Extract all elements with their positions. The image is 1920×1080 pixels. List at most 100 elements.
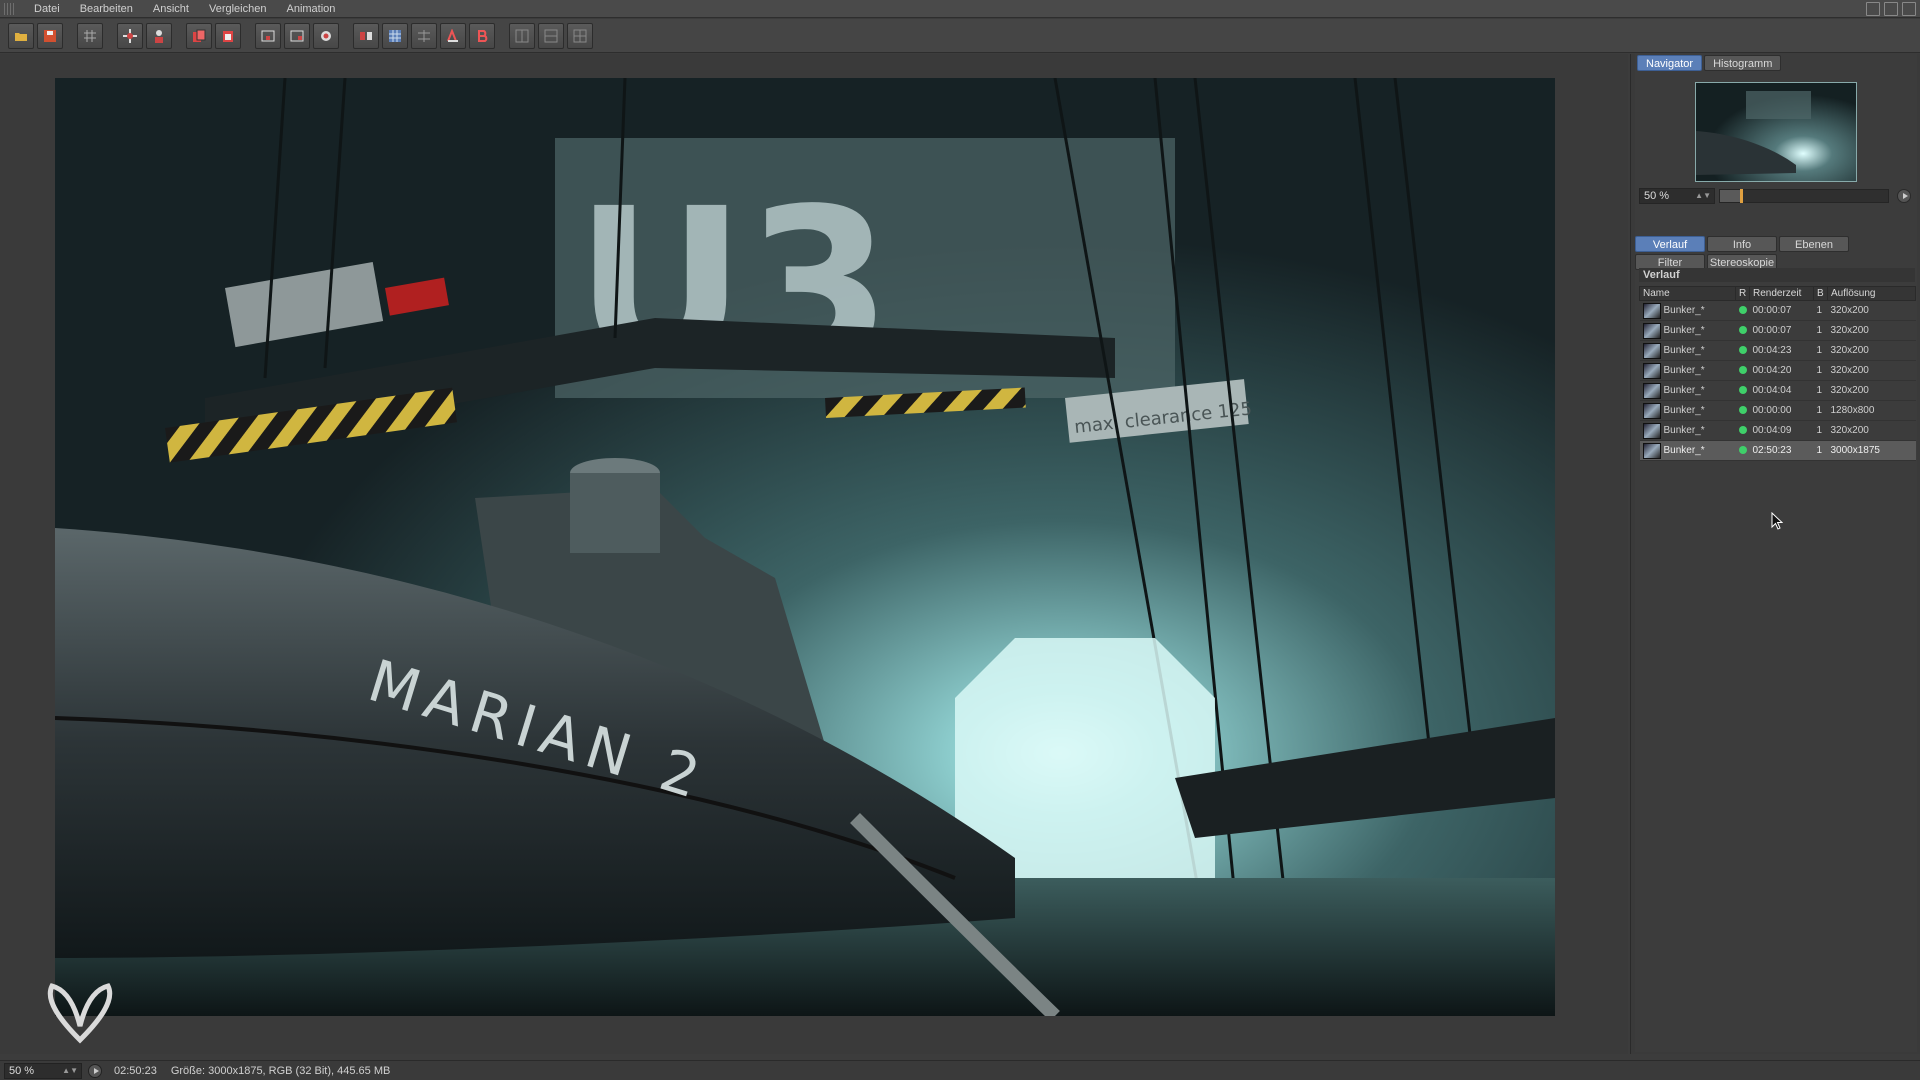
open-button[interactable] — [8, 22, 34, 49]
layout-2-button[interactable] — [538, 22, 564, 49]
toolbar — [0, 19, 1920, 53]
crosshair-button[interactable] — [117, 22, 143, 49]
tab-verlauf[interactable]: Verlauf — [1635, 236, 1705, 252]
history-row[interactable]: Bunker_* 00:04:09 1 320x200 — [1639, 420, 1916, 441]
mouse-cursor-icon — [1771, 512, 1783, 530]
navigator-zoom-slider[interactable] — [1719, 189, 1889, 203]
col-aufloesung[interactable]: Auflösung — [1827, 286, 1916, 301]
layout-3-button[interactable] — [567, 22, 593, 49]
status-dot-icon — [1738, 386, 1747, 395]
history-r-cell — [1735, 380, 1750, 401]
status-play-icon[interactable] — [88, 1063, 102, 1078]
zoom-slider-knob[interactable] — [1740, 189, 1743, 203]
status-render-time: 02:50:23 — [114, 1064, 157, 1077]
tab-navigator[interactable]: Navigator — [1637, 55, 1703, 71]
history-row[interactable]: Bunker_* 00:00:07 1 320x200 — [1639, 300, 1916, 321]
history-r-cell — [1735, 400, 1750, 421]
history-body: Bunker_* 00:00:07 1 320x200 Bunker_* 00:00:07… — [1639, 300, 1916, 461]
grid-button[interactable] — [77, 22, 103, 49]
col-renderzeit[interactable]: Renderzeit — [1749, 286, 1814, 301]
history-row[interactable]: Bunker_* 00:04:23 1 320x200 — [1639, 340, 1916, 361]
region-render-2-icon — [290, 30, 304, 41]
history-name: Bunker_* — [1663, 405, 1705, 417]
menu-animation[interactable]: Animation — [276, 0, 345, 18]
navigator-tabs: Navigator Histogramm — [1637, 55, 1782, 71]
history-row[interactable]: Bunker_* 00:04:20 1 320x200 — [1639, 360, 1916, 381]
navigator-thumbnail[interactable] — [1695, 82, 1857, 182]
layout-2-icon — [544, 29, 558, 42]
menu-bearbeiten[interactable]: Bearbeiten — [70, 0, 143, 18]
menu-ansicht[interactable]: Ansicht — [143, 0, 199, 18]
navigator-zoom-field[interactable]: 50 % ▲▼ — [1639, 188, 1715, 204]
history-name-cell: Bunker_* — [1639, 440, 1736, 461]
ab-a-button[interactable] — [440, 22, 466, 49]
history-time: 00:00:00 — [1749, 400, 1814, 421]
zoom-play-icon[interactable] — [1897, 189, 1911, 203]
col-r[interactable]: R — [1735, 286, 1750, 301]
split-button[interactable] — [411, 22, 437, 49]
tab-ebenen[interactable]: Ebenen — [1779, 236, 1849, 252]
split-icon — [418, 29, 430, 42]
history-resolution: 320x200 — [1827, 320, 1916, 341]
history-resolution: 3000x1875 — [1827, 440, 1916, 461]
history-name-cell: Bunker_* — [1639, 380, 1736, 401]
crosshair-icon — [123, 28, 137, 43]
history-name-cell: Bunker_* — [1639, 360, 1736, 381]
history-name-cell: Bunker_* — [1639, 420, 1736, 441]
person-button[interactable] — [146, 22, 172, 49]
open-icon — [15, 32, 27, 41]
history-row[interactable]: Bunker_* 00:00:00 1 1280x800 — [1639, 400, 1916, 421]
col-name[interactable]: Name — [1639, 286, 1736, 301]
menu-vergleichen[interactable]: Vergleichen — [199, 0, 277, 18]
ab-b-button[interactable] — [469, 22, 495, 49]
history-b: 1 — [1813, 440, 1828, 461]
history-resolution: 320x200 — [1827, 300, 1916, 321]
spinner-arrows-icon[interactable]: ▲▼ — [62, 1064, 78, 1078]
status-dot-icon — [1738, 366, 1747, 375]
right-panel: Navigator Histogramm 50 % ▲▼ Verlauf Inf… — [1630, 54, 1920, 1054]
status-dot-icon — [1738, 406, 1747, 415]
history-row[interactable]: Bunker_* 02:50:23 1 3000x1875 — [1639, 440, 1916, 461]
history-resolution: 320x200 — [1827, 360, 1916, 381]
history-r-cell — [1735, 340, 1750, 361]
menu-datei[interactable]: Datei — [24, 0, 70, 18]
status-dot-icon — [1738, 426, 1747, 435]
copy-button[interactable] — [186, 22, 212, 49]
status-zoom-field[interactable]: 50 % ▲▼ — [4, 1062, 82, 1079]
region-render-button[interactable] — [255, 22, 281, 49]
spinner-arrows-icon[interactable]: ▲▼ — [1695, 189, 1711, 203]
history-name: Bunker_* — [1663, 445, 1705, 457]
region-render-2-button[interactable] — [284, 22, 310, 49]
history-name: Bunker_* — [1663, 385, 1705, 397]
layout-toggle-icon[interactable] — [1866, 2, 1880, 16]
history-row[interactable]: Bunker_* 00:00:07 1 320x200 — [1639, 320, 1916, 341]
menu-bar: Datei Bearbeiten Ansicht Vergleichen Ani… — [0, 0, 1920, 18]
panel-tabs-row1: Verlauf Info Ebenen — [1635, 236, 1849, 252]
panel-inner: Navigator Histogramm 50 % ▲▼ Verlauf Inf… — [1635, 54, 1917, 1052]
camera-button[interactable] — [313, 22, 339, 49]
tab-info[interactable]: Info — [1707, 236, 1777, 252]
overlay-button[interactable] — [382, 22, 408, 49]
navigator-zoom-row: 50 % ▲▼ — [1639, 188, 1915, 204]
image-viewport[interactable]: U3 max. clearance 125 MARIAN 2 — [0, 54, 1628, 1054]
status-image-info: Größe: 3000x1875, RGB (32 Bit), 445.65 M… — [170, 1064, 391, 1077]
submarine-bunker-render: U3 max. clearance 125 MARIAN 2 — [55, 78, 1555, 1016]
save-button[interactable] — [37, 22, 63, 49]
history-table: Name R Renderzeit B Auflösung Bunker_* 00… — [1639, 286, 1916, 461]
history-r-cell — [1735, 360, 1750, 381]
navigator-zoom-value: 50 % — [1644, 190, 1670, 202]
layout-1-button[interactable] — [509, 22, 535, 49]
history-time: 00:04:23 — [1749, 340, 1814, 361]
history-b: 1 — [1813, 420, 1828, 441]
col-b[interactable]: B — [1813, 286, 1828, 301]
paste-button[interactable] — [215, 22, 241, 49]
maximize-icon[interactable] — [1884, 2, 1898, 16]
render-thumbnail — [1642, 342, 1661, 359]
render-viewer-window: Datei Bearbeiten Ansicht Vergleichen Ani… — [0, 0, 1920, 1080]
compare-ab-button[interactable] — [353, 22, 379, 49]
render-thumbnail — [1642, 422, 1661, 439]
status-dot-icon — [1738, 446, 1747, 455]
history-row[interactable]: Bunker_* 00:04:04 1 320x200 — [1639, 380, 1916, 401]
tab-histogramm[interactable]: Histogramm — [1704, 55, 1782, 71]
move-icon[interactable] — [1902, 2, 1916, 16]
